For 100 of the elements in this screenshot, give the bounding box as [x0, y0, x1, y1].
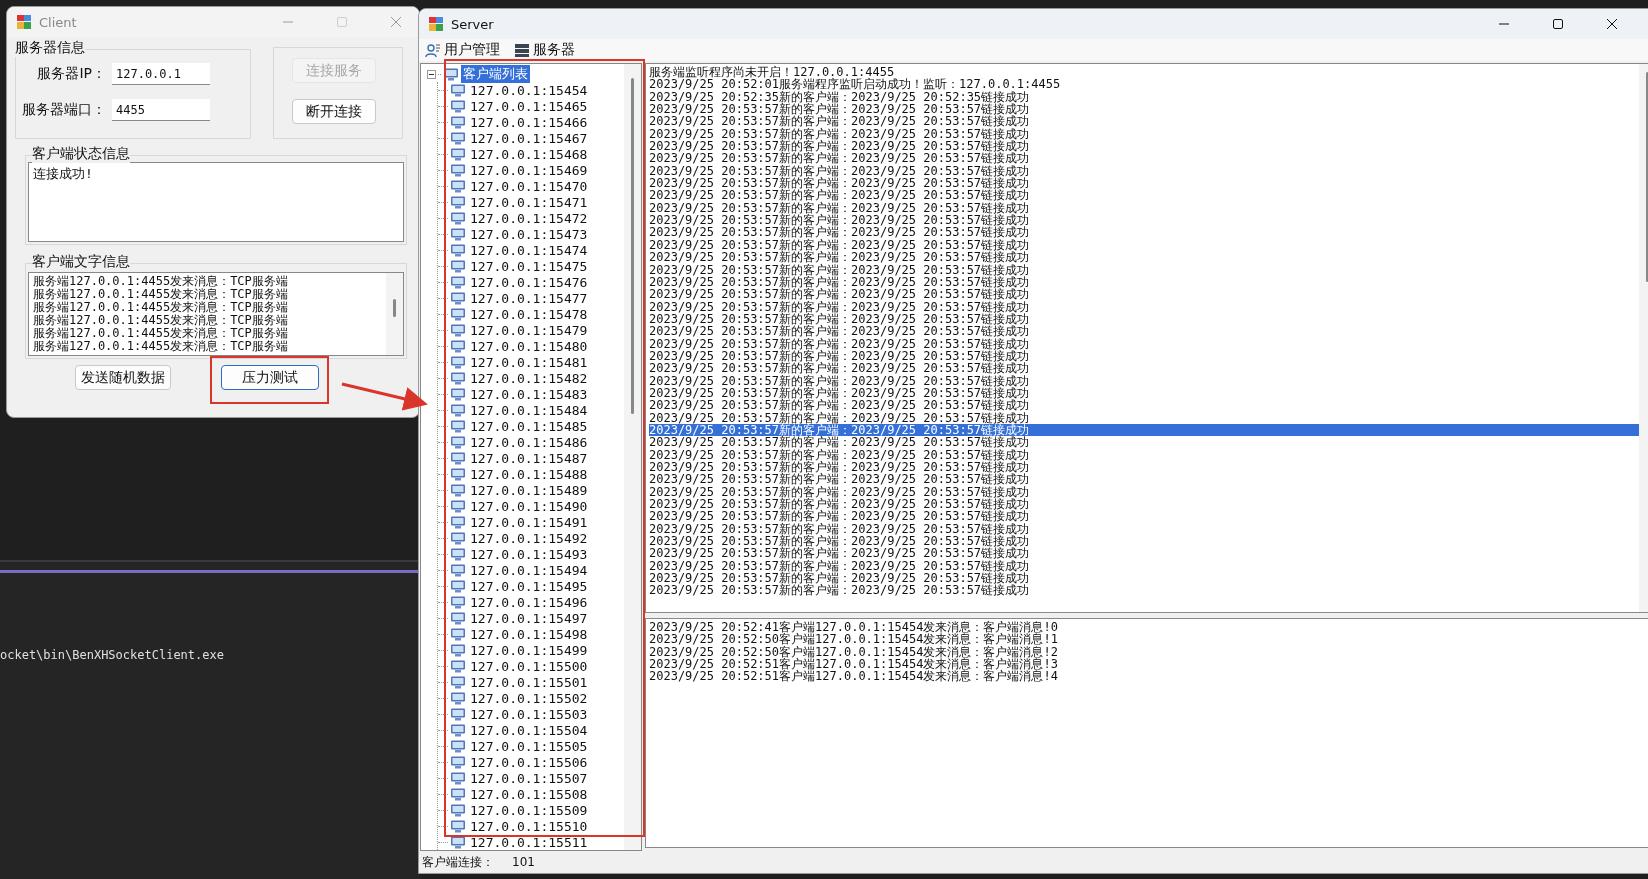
log-line[interactable]: 2023/9/25 20:53:57新的客户端：2023/9/25 20:53:57链接成功: [649, 386, 1639, 400]
tree-item[interactable]: 127.0.0.1:15489: [468, 482, 590, 498]
log-line[interactable]: 2023/9/25 20:53:57新的客户端：2023/9/25 20:53:57链接成功: [649, 374, 1639, 387]
tree-item[interactable]: 127.0.0.1:15471: [468, 194, 590, 210]
log-line[interactable]: 2023/9/25 20:53:57新的客户端：2023/9/25 20:53:57链接成功: [649, 349, 1639, 363]
log-line[interactable]: 2023/9/25 20:53:57新的客户端：2023/9/25 20:53:57链接成功: [649, 238, 1639, 252]
tree-item[interactable]: 127.0.0.1:15477: [468, 290, 590, 306]
log-line[interactable]: 服务端监听程序尚未开启！127.0.0.1:4455: [649, 66, 1639, 79]
tree-item[interactable]: 127.0.0.1:15454: [468, 82, 590, 98]
input-field[interactable]: 4455: [112, 99, 210, 121]
tree-item[interactable]: 127.0.0.1:15466: [468, 114, 590, 130]
tree-item[interactable]: 127.0.0.1:15479: [468, 322, 590, 338]
log-line[interactable]: 2023/9/25 20:53:57新的客户端：2023/9/25 20:53:57链接成功: [649, 177, 1639, 190]
log-line[interactable]: 2023/9/25 20:53:57新的客户端：2023/9/25 20:53:57链接成功: [649, 201, 1639, 215]
tree-item[interactable]: 127.0.0.1:15501: [468, 674, 590, 690]
log-line[interactable]: 2023/9/25 20:53:57新的客户端：2023/9/25 20:53:57链接成功: [649, 189, 1639, 202]
log-line[interactable]: 2023/9/25 20:53:57新的客户端：2023/9/25 20:53:57链接成功: [649, 152, 1639, 165]
connect-button[interactable]: 断开连接: [292, 99, 376, 124]
log-line[interactable]: 2023/9/25 20:53:57新的客户端：2023/9/25 20:53:57链接成功: [649, 115, 1639, 128]
log-line[interactable]: 2023/9/25 20:53:57新的客户端：2023/9/25 20:53:57链接成功: [649, 535, 1639, 548]
tree-item[interactable]: 127.0.0.1:15467: [468, 130, 590, 146]
log-line[interactable]: 2023/9/25 20:53:57新的客户端：2023/9/25 20:53:57链接成功: [649, 498, 1639, 511]
tree-item[interactable]: 127.0.0.1:15485: [468, 418, 590, 434]
tree-item[interactable]: 127.0.0.1:15507: [468, 770, 590, 786]
tree-item[interactable]: 127.0.0.1:15475: [468, 258, 590, 274]
tree-item[interactable]: 127.0.0.1:15500: [468, 658, 590, 674]
log-line[interactable]: 2023/9/25 20:53:57新的客户端：2023/9/25 20:53:57链接成功: [649, 510, 1639, 523]
log-line[interactable]: 2023/9/25 20:53:57新的客户端：2023/9/25 20:53:57链接成功: [649, 103, 1639, 116]
tree-item[interactable]: 127.0.0.1:15480: [468, 338, 590, 354]
tree-item[interactable]: 127.0.0.1:15472: [468, 210, 590, 226]
tree-item[interactable]: 127.0.0.1:15490: [468, 498, 590, 514]
tree-item[interactable]: 127.0.0.1:15493: [468, 546, 590, 562]
log-line[interactable]: 2023/9/25 20:53:57新的客户端：2023/9/25 20:53:57链接成功: [649, 399, 1639, 412]
tree-item[interactable]: 127.0.0.1:15481: [468, 354, 590, 370]
tree-item[interactable]: 127.0.0.1:15468: [468, 146, 590, 162]
tree-item[interactable]: 127.0.0.1:15483: [468, 386, 590, 402]
tree-item[interactable]: 127.0.0.1:15496: [468, 594, 590, 610]
tree-item[interactable]: 127.0.0.1:15495: [468, 578, 590, 594]
log-line[interactable]: 2023/9/25 20:53:57新的客户端：2023/9/25 20:53:57链接成功: [649, 263, 1639, 276]
tree-item[interactable]: 127.0.0.1:15469: [468, 162, 590, 178]
log-line[interactable]: 2023/9/25 20:53:57新的客户端：2023/9/25 20:53:57链接成功: [649, 275, 1639, 289]
tree-item[interactable]: 127.0.0.1:15510: [468, 818, 590, 834]
log-line[interactable]: 2023/9/25 20:52:01服务端程序监听启动成功！监听：127.0.0.1:4455: [649, 78, 1639, 91]
log-line[interactable]: 2023/9/25 20:53:57新的客户端：2023/9/25 20:53:57链接成功: [649, 522, 1639, 536]
tree-item[interactable]: 127.0.0.1:15491: [468, 514, 590, 530]
action-button[interactable]: 压力测试: [221, 365, 319, 390]
log-line[interactable]: 2023/9/25 20:53:57新的客户端：2023/9/25 20:53:57链接成功: [649, 572, 1639, 585]
tree-item[interactable]: 127.0.0.1:15476: [468, 274, 590, 290]
log-line[interactable]: 2023/9/25 20:53:57新的客户端：2023/9/25 20:53:57链接成功: [649, 226, 1639, 239]
log-line[interactable]: 2023/9/25 20:53:57新的客户端：2023/9/25 20:53:57链接成功: [649, 485, 1639, 499]
log-line[interactable]: 2023/9/25 20:53:57新的客户端：2023/9/25 20:53:57链接成功: [649, 164, 1639, 178]
tree-item[interactable]: 127.0.0.1:15505: [468, 738, 590, 754]
log-line[interactable]: 2023/9/25 20:53:57新的客户端：2023/9/25 20:53:57链接成功: [649, 325, 1639, 338]
log-line[interactable]: 2023/9/25 20:53:57新的客户端：2023/9/25 20:53:57链接成功: [649, 300, 1639, 313]
action-button[interactable]: 发送随机数据: [75, 365, 171, 390]
tree-item[interactable]: 127.0.0.1:15473: [468, 226, 590, 242]
tree-item[interactable]: 127.0.0.1:15498: [468, 626, 590, 642]
tree-item[interactable]: 127.0.0.1:15494: [468, 562, 590, 578]
tree-item[interactable]: 127.0.0.1:15509: [468, 802, 590, 818]
status-text-area[interactable]: 连接成功!: [28, 162, 404, 242]
tree-item[interactable]: 127.0.0.1:15486: [468, 434, 590, 450]
menu-item[interactable]: 用户管理: [444, 41, 500, 59]
tree-item[interactable]: 127.0.0.1:15506: [468, 754, 590, 770]
tree-item[interactable]: 127.0.0.1:15487: [468, 450, 590, 466]
tree-item[interactable]: 127.0.0.1:15488: [468, 466, 590, 482]
tree-item[interactable]: 127.0.0.1:15511: [468, 834, 590, 850]
log-line[interactable]: 2023/9/25 20:53:57新的客户端：2023/9/25 20:53:57链接成功: [649, 127, 1639, 141]
tree-item[interactable]: 127.0.0.1:15502: [468, 690, 590, 706]
log-line[interactable]: 2023/9/25 20:53:57新的客户端：2023/9/25 20:53:57链接成功: [649, 436, 1639, 449]
tree-item[interactable]: 127.0.0.1:15465: [468, 98, 590, 114]
log-line[interactable]: 2023/9/25 20:53:57新的客户端：2023/9/25 20:53:57链接成功: [649, 547, 1639, 560]
log-line[interactable]: 2023/9/25 20:53:57新的客户端：2023/9/25 20:53:57链接成功: [649, 140, 1639, 153]
maximize-icon[interactable]: [1552, 18, 1564, 30]
log-line[interactable]: 2023/9/25 20:53:57新的客户端：2023/9/25 20:53:57链接成功: [649, 337, 1639, 350]
log-line[interactable]: 2023/9/25 20:53:57新的客户端：2023/9/25 20:53:57链接成功: [649, 448, 1639, 461]
tree-item[interactable]: 127.0.0.1:15474: [468, 242, 590, 258]
scrollbar[interactable]: [624, 64, 641, 850]
log-line[interactable]: 2023/9/25 20:53:57新的客户端：2023/9/25 20:53:57链接成功: [649, 362, 1639, 375]
log-line[interactable]: 2023/9/25 20:52:35新的客户端：2023/9/25 20:52:35链接成功: [649, 90, 1639, 104]
log-line[interactable]: 2023/9/25 20:53:57新的客户端：2023/9/25 20:53:57链接成功: [649, 461, 1639, 474]
log-line[interactable]: 2023/9/25 20:53:57新的客户端：2023/9/25 20:53:57链接成功: [649, 214, 1639, 227]
tree-item[interactable]: 127.0.0.1:15492: [468, 530, 590, 546]
tree-item[interactable]: 127.0.0.1:15508: [468, 786, 590, 802]
tree-item[interactable]: 127.0.0.1:15503: [468, 706, 590, 722]
tree-item[interactable]: 127.0.0.1:15484: [468, 402, 590, 418]
tree-item[interactable]: 客户端列表: [461, 65, 530, 83]
log-line[interactable]: 2023/9/25 20:53:57新的客户端：2023/9/25 20:53:57链接成功: [649, 411, 1639, 424]
tree-item[interactable]: 127.0.0.1:15478: [468, 306, 590, 322]
log-line[interactable]: 2023/9/25 20:53:57新的客户端：2023/9/25 20:53:57链接成功: [649, 473, 1639, 486]
log-line[interactable]: 2023/9/25 20:53:57新的客户端：2023/9/25 20:53:57链接成功: [649, 251, 1639, 264]
log-line[interactable]: 2023/9/25 20:53:57新的客户端：2023/9/25 20:53:57链接成功: [649, 288, 1639, 301]
input-field[interactable]: 127.0.0.1: [112, 63, 210, 85]
collapse-toggle[interactable]: [427, 69, 436, 79]
log-line[interactable]: 2023/9/25 20:53:57新的客户端：2023/9/25 20:53:57链接成功: [649, 312, 1639, 326]
menu-item[interactable]: 服务器: [533, 41, 575, 59]
tree-item[interactable]: 127.0.0.1:15504: [468, 722, 590, 738]
close-icon[interactable]: [1606, 18, 1618, 30]
scrollbar[interactable]: [386, 273, 403, 355]
tree-item[interactable]: 127.0.0.1:15482: [468, 370, 590, 386]
tree-item[interactable]: 127.0.0.1:15470: [468, 178, 590, 194]
